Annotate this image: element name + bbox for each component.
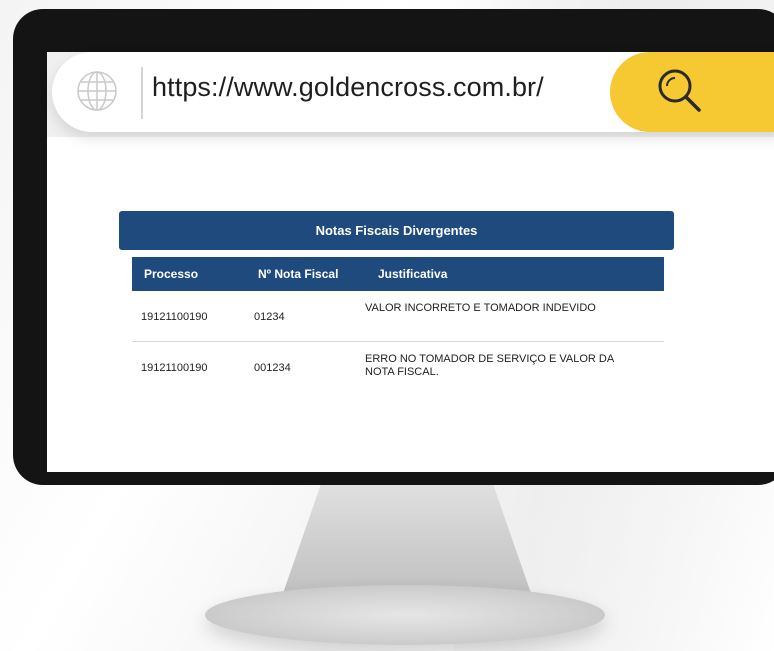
- url-text[interactable]: https://www.goldencross.com.br/: [152, 72, 544, 103]
- cell-processo: 19121100190: [141, 362, 208, 374]
- column-header-nota-fiscal: Nº Nota Fiscal: [258, 267, 339, 281]
- cell-justificativa: VALOR INCORRETO E TOMADOR INDEVIDO: [365, 302, 596, 314]
- table-header: Processo Nº Nota Fiscal Justificativa: [132, 257, 664, 291]
- cell-nota-fiscal: 001234: [254, 362, 291, 374]
- panel-title: Notas Fiscais Divergentes: [119, 211, 674, 250]
- cell-justificativa: ERRO NO TOMADOR DE SERVIÇO E VALOR DA NO…: [365, 353, 614, 378]
- notas-table: Processo Nº Nota Fiscal Justificativa 19…: [132, 257, 664, 392]
- table-row: 19121100190 01234 VALOR INCORRETO E TOMA…: [132, 291, 664, 341]
- table-row: 19121100190 001234 ERRO NO TOMADOR DE SE…: [132, 341, 664, 392]
- monitor-stand-base: [205, 585, 605, 645]
- cell-nota-fiscal: 01234: [254, 311, 285, 323]
- column-header-justificativa: Justificativa: [378, 267, 448, 281]
- scene: https://www.goldencross.com.br/ Notas Fi…: [0, 0, 774, 651]
- cell-processo: 19121100190: [141, 311, 208, 323]
- column-header-processo: Processo: [144, 267, 199, 281]
- search-icon[interactable]: [654, 66, 706, 118]
- address-divider: [141, 67, 143, 119]
- globe-icon: [77, 71, 117, 111]
